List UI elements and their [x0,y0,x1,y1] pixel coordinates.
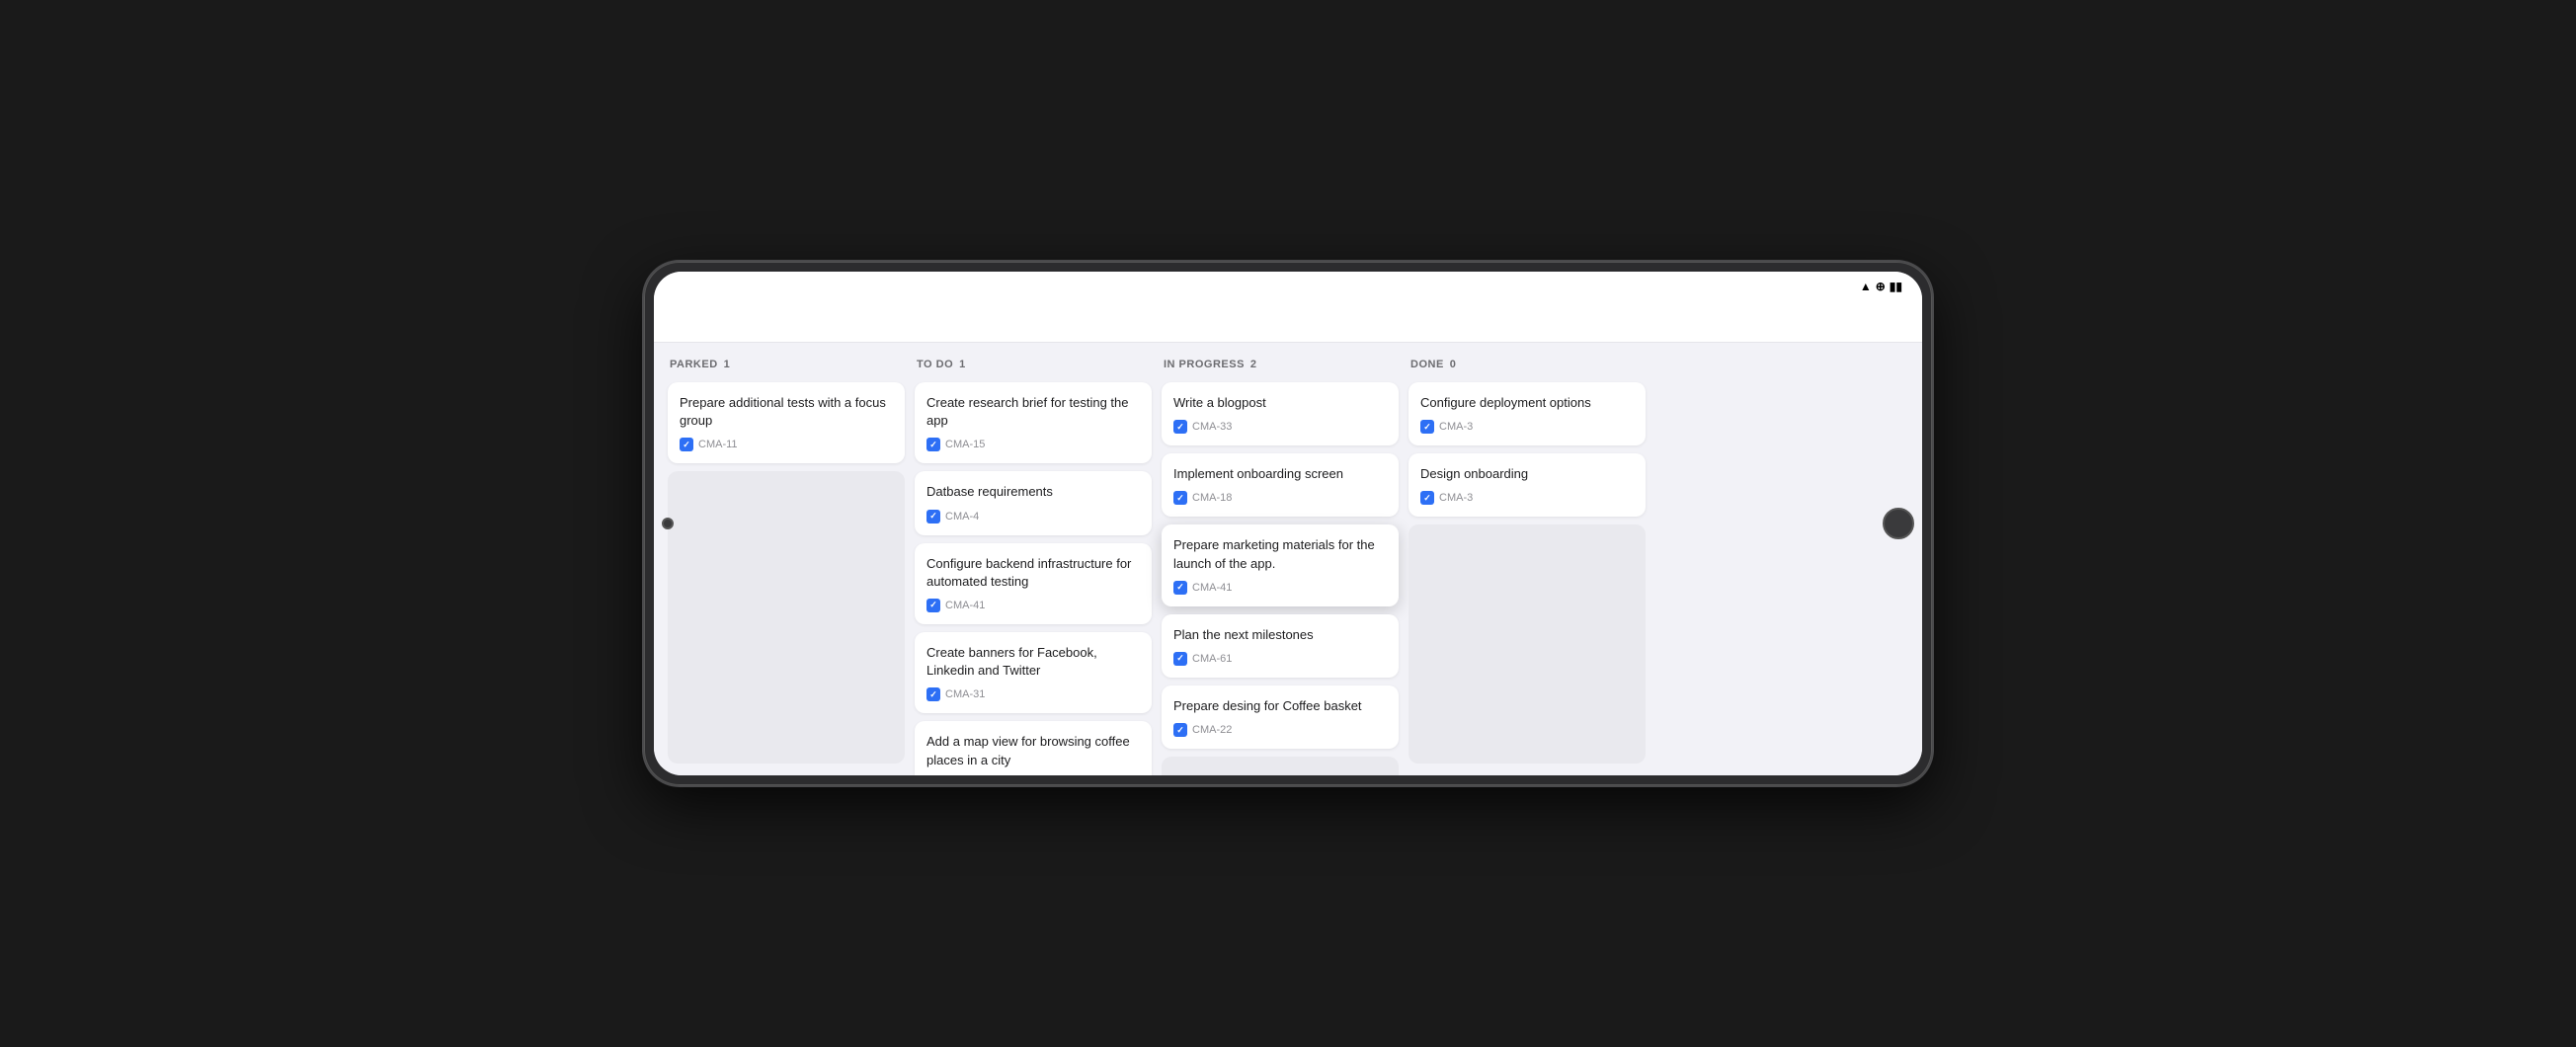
card-c3[interactable]: Datbase requirements CMA-4 [915,471,1152,534]
card-title: Plan the next milestones [1173,626,1387,644]
card-c7[interactable]: Write a blogpost CMA-33 [1162,382,1399,445]
card-checkbox-icon[interactable] [680,438,693,451]
card-id-row: CMA-3 [1420,491,1634,505]
column-header-done: DONE 0 [1409,355,1646,374]
card-c8[interactable]: Implement onboarding screen CMA-18 [1162,453,1399,517]
kanban-board: PARKED 1 Prepare additional tests with a f… [654,343,1922,775]
nav-bar [654,299,1922,343]
wifi-icon: ▲ [1860,280,1872,293]
card-checkbox-icon[interactable] [1173,420,1187,434]
card-c5[interactable]: Create banners for Facebook, Linkedin an… [915,632,1152,713]
card-id-row: CMA-18 [1173,491,1387,505]
card-id-row: CMA-15 [926,438,1140,451]
card-title: Datbase requirements [926,483,1140,501]
column-count-parked: 1 [724,359,730,370]
column-title-done: DONE [1410,359,1444,370]
card-title: Implement onboarding screen [1173,465,1387,483]
card-checkbox-icon[interactable] [1173,652,1187,666]
card-id-row: CMA-3 [1420,420,1634,434]
card-c11[interactable]: Prepare desing for Coffee basket CMA-22 [1162,685,1399,749]
battery-icon: ▮▮ [1890,280,1902,293]
card-c2[interactable]: Create research brief for testing the ap… [915,382,1152,463]
card-issue-id: CMA-11 [698,439,738,450]
card-id-row: CMA-33 [1173,420,1387,434]
card-title: Create research brief for testing the ap… [926,394,1140,430]
card-title: Prepare desing for Coffee basket [1173,697,1387,715]
card-id-row: CMA-41 [926,599,1140,612]
card-id-row: CMA-11 [680,438,893,451]
card-checkbox-icon[interactable] [1173,723,1187,737]
card-id-row: CMA-61 [1173,652,1387,666]
card-checkbox-icon[interactable] [1173,491,1187,505]
column-count-done: 0 [1450,359,1456,370]
card-c12[interactable]: Configure deployment options CMA-3 [1409,382,1646,445]
card-title: Add a map view for browsing coffee place… [926,733,1140,768]
column-title-parked: PARKED [670,359,718,370]
card-issue-id: CMA-31 [945,688,985,700]
location-icon: ⊕ [1876,280,1886,293]
status-right: ▲ ⊕ ▮▮ [1860,280,1902,293]
column-footer-parked [668,471,905,764]
card-title: Configure deployment options [1420,394,1634,412]
card-issue-id: CMA-33 [1192,421,1232,433]
card-id-row: CMA-4 [926,510,1140,524]
column-title-todo: TO DO [917,359,953,370]
column-parked: PARKED 1 Prepare additional tests with a f… [668,355,905,764]
column-header-todo: TO DO 1 [915,355,1152,374]
column-footer-inprogress [1162,757,1399,775]
card-issue-id: CMA-18 [1192,492,1232,504]
card-issue-id: CMA-61 [1192,653,1232,665]
card-issue-id: CMA-4 [945,511,979,523]
card-issue-id: CMA-15 [945,439,985,450]
column-header-parked: PARKED 1 [668,355,905,374]
card-issue-id: CMA-22 [1192,724,1232,736]
tablet-screen: ▲ ⊕ ▮▮ PARKED 1 Prepare additional tests w… [654,272,1922,775]
column-done: DONE0Configure deployment optionsCMA-3De… [1409,355,1646,764]
status-bar: ▲ ⊕ ▮▮ [654,272,1922,299]
column-header-inprogress: IN PROGRESS 2 [1162,355,1399,374]
column-count-todo: 1 [959,359,965,370]
card-id-row: CMA-41 [1173,581,1387,595]
tablet-frame: ▲ ⊕ ▮▮ PARKED 1 Prepare additional tests w… [644,262,1932,785]
card-title: Configure backend infrastructure for aut… [926,555,1140,591]
card-c1[interactable]: Prepare additional tests with a focus gr… [668,382,905,463]
card-c10[interactable]: Plan the next milestones CMA-61 [1162,614,1399,678]
column-count-inprogress: 2 [1250,359,1256,370]
card-issue-id: CMA-3 [1439,492,1473,504]
card-issue-id: CMA-3 [1439,421,1473,433]
card-title: Design onboarding [1420,465,1634,483]
card-c4[interactable]: Configure backend infrastructure for aut… [915,543,1152,624]
card-title: Write a blogpost [1173,394,1387,412]
column-footer-done [1409,524,1646,764]
card-checkbox-icon[interactable] [1420,420,1434,434]
card-checkbox-icon[interactable] [926,687,940,701]
card-title: Create banners for Facebook, Linkedin an… [926,644,1140,680]
card-checkbox-icon[interactable] [1420,491,1434,505]
card-c13[interactable]: Design onboarding CMA-3 [1409,453,1646,517]
column-inprogress: IN PROGRESS 2 Write a blogpost CMA-33 Implem… [1162,355,1399,764]
column-title-inprogress: IN PROGRESS [1164,359,1245,370]
card-checkbox-icon[interactable] [926,599,940,612]
card-id-row: CMA-22 [1173,723,1387,737]
card-checkbox-icon[interactable] [926,510,940,524]
card-c9[interactable]: Prepare marketing materials for the laun… [1162,524,1399,605]
card-title: Prepare additional tests with a focus gr… [680,394,893,430]
card-issue-id: CMA-41 [945,600,985,611]
card-checkbox-icon[interactable] [1173,581,1187,595]
card-c6[interactable]: Add a map view for browsing coffee place… [915,721,1152,775]
card-id-row: CMA-31 [926,687,1140,701]
column-todo: TO DO 1 Create research brief for testing … [915,355,1152,764]
card-checkbox-icon[interactable] [926,438,940,451]
card-title: Prepare marketing materials for the laun… [1173,536,1387,572]
card-issue-id: CMA-41 [1192,582,1232,594]
